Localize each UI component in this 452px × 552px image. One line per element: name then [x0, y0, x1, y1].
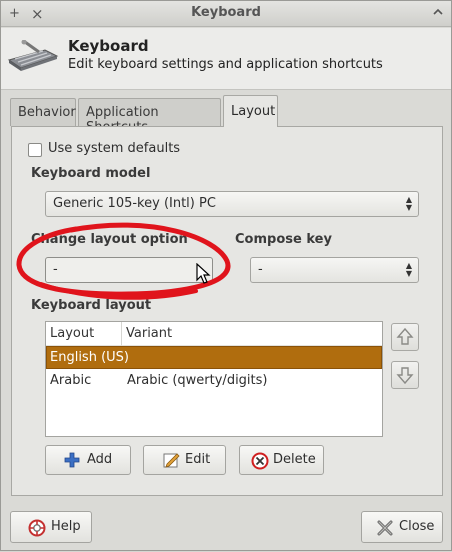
use-system-defaults-checkbox[interactable]	[28, 143, 42, 157]
keyboard-model-label: Keyboard model	[31, 166, 151, 181]
arrow-down-icon	[396, 367, 414, 385]
delete-label: Delete	[273, 452, 316, 467]
keyboard-model-value: Generic 105-key (Intl) PC	[53, 196, 216, 211]
table-row[interactable]: Arabic Arabic (qwerty/digits)	[46, 370, 382, 393]
compose-key-label: Compose key	[235, 232, 332, 247]
edit-layout-button[interactable]: Edit	[143, 445, 226, 475]
keyboard-model-combo[interactable]: Generic 105-key (Intl) PC ▲ ▼	[45, 191, 419, 217]
combo-arrows-icon: ▲ ▼	[405, 195, 412, 212]
add-label: Add	[87, 452, 113, 467]
combo-arrows-icon: ▲ ▼	[405, 261, 412, 278]
row-layout-cell: English (US)	[50, 350, 129, 365]
header-subtitle: Edit keyboard settings and application s…	[68, 57, 383, 72]
table-row[interactable]: English (US)	[46, 346, 382, 369]
tab-layout[interactable]: Layout	[223, 95, 278, 127]
mouse-cursor-icon	[196, 263, 211, 284]
column-header-layout[interactable]: Layout	[46, 322, 122, 346]
header-title: Keyboard	[68, 37, 149, 55]
row-layout-cell: Arabic	[50, 373, 92, 388]
close-label: Close	[399, 519, 435, 534]
close-icon	[376, 519, 394, 541]
help-button[interactable]: Help	[10, 511, 92, 543]
close-button[interactable]: Close	[361, 511, 443, 543]
title-bar: + × Keyboard	[1, 1, 451, 27]
keyboard-layout-list[interactable]: Layout Variant English (US) Arabic Arabi…	[45, 321, 383, 437]
tab-application-shortcuts[interactable]: Application Shortcuts	[78, 98, 221, 135]
keyboard-icon	[7, 39, 59, 78]
change-layout-option-label: Change layout option	[31, 232, 188, 247]
add-icon	[64, 452, 80, 472]
maximize-icon[interactable]	[433, 4, 443, 24]
tab-behavior-label: Behavior	[18, 105, 76, 120]
help-label: Help	[51, 519, 81, 534]
edit-icon	[163, 452, 181, 472]
add-layout-button[interactable]: Add	[45, 445, 131, 475]
change-layout-option-value: -	[53, 262, 58, 277]
keyboard-window: + × Keyboard Keyboard Edit keyboard sett…	[0, 0, 452, 551]
change-layout-option-combo[interactable]: -	[45, 257, 213, 283]
column-header-variant[interactable]: Variant	[122, 322, 382, 346]
keyboard-layout-label: Keyboard layout	[31, 298, 152, 313]
move-down-button[interactable]	[391, 361, 419, 389]
arrow-up-icon	[396, 327, 414, 345]
delete-icon	[251, 452, 269, 474]
window-title: Keyboard	[191, 5, 261, 20]
edit-label: Edit	[185, 452, 211, 467]
tab-behavior[interactable]: Behavior	[10, 98, 76, 126]
compose-key-value: -	[258, 262, 263, 277]
help-icon	[28, 519, 46, 541]
row-variant-cell: Arabic (qwerty/digits)	[127, 373, 268, 388]
delete-layout-button[interactable]: Delete	[239, 445, 324, 475]
use-system-defaults-label: Use system defaults	[48, 141, 181, 156]
move-up-button[interactable]	[391, 323, 419, 351]
tab-layout-label: Layout	[231, 104, 276, 119]
dialog-header: Keyboard Edit keyboard settings and appl…	[1, 28, 451, 90]
compose-key-combo[interactable]: - ▲ ▼	[250, 257, 419, 283]
